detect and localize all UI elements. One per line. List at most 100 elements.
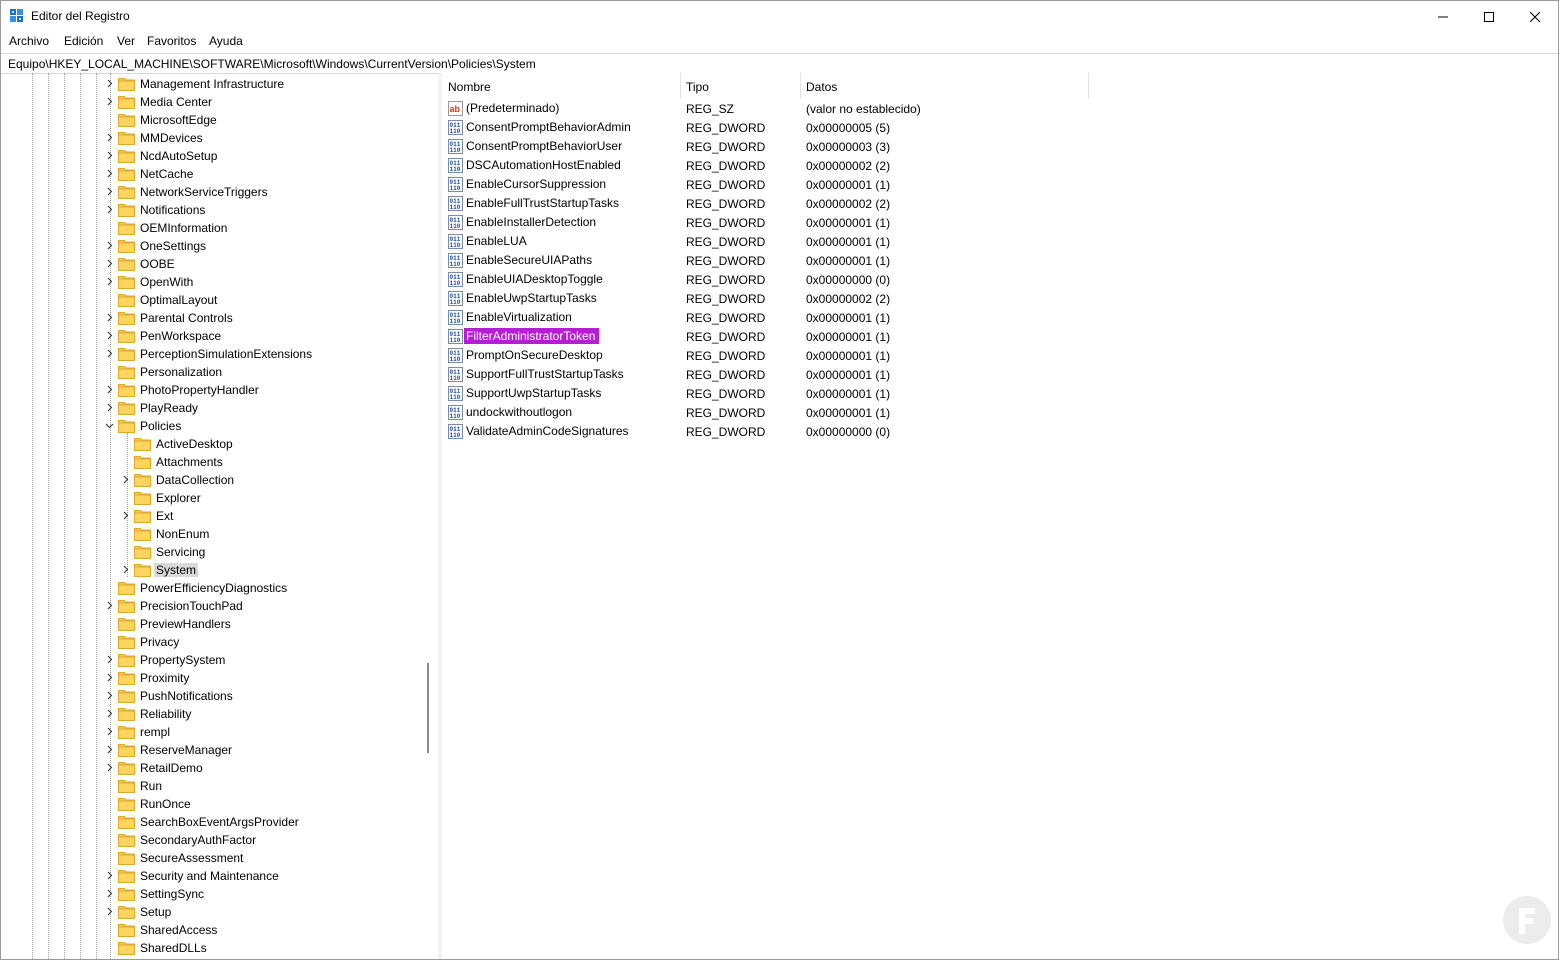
tree-item[interactable]: Privacy [1,633,421,651]
chevron-right-icon[interactable] [105,277,114,286]
tree-item[interactable]: PreviewHandlers [1,615,421,633]
tree-item-label[interactable]: Personalization [138,365,224,379]
minimize-button[interactable] [1420,1,1466,32]
menu-favoritos[interactable]: Favoritos [146,34,197,48]
tree-item-label[interactable]: OEMInformation [138,221,229,235]
value-name[interactable]: FilterAdministratorToken [464,328,600,344]
registry-value-row[interactable]: 011 110 EnableLUA REG_DWORD 0x00000001 (1) [442,232,1342,251]
tree-item-label[interactable]: PerceptionSimulationExtensions [138,347,314,361]
tree-item[interactable]: OOBE [1,255,421,273]
tree-item-label[interactable]: PhotoPropertyHandler [138,383,261,397]
tree-item[interactable]: OneSettings [1,237,421,255]
tree-item-label[interactable]: RetailDemo [138,761,205,775]
chevron-right-icon[interactable] [105,745,114,754]
tree-item-label[interactable]: SearchBoxEventArgsProvider [138,815,301,829]
column-header-datos[interactable]: Datos [800,73,1088,99]
tree-item[interactable]: Personalization [1,363,421,381]
tree-item[interactable]: NetworkServiceTriggers [1,183,421,201]
value-name[interactable]: DSCAutomationHostEnabled [464,158,623,172]
tree-item-label[interactable]: PowerEfficiencyDiagnostics [138,581,289,595]
tree-item-label[interactable]: NcdAutoSetup [138,149,219,163]
tree-item-label[interactable]: Policies [138,419,183,433]
tree-item-label[interactable]: NonEnum [154,527,211,541]
tree-item-label[interactable]: PushNotifications [138,689,235,703]
tree-item[interactable]: ReserveManager [1,741,421,759]
tree-item[interactable]: OpenWith [1,273,421,291]
tree-item[interactable]: Security and Maintenance [1,867,421,885]
tree-item[interactable]: SharedAccess [1,921,421,939]
tree-item[interactable]: NetCache [1,165,421,183]
tree-item[interactable]: OptimalLayout [1,291,421,309]
tree-item-label[interactable]: ActiveDesktop [154,437,235,451]
chevron-right-icon[interactable] [105,241,114,250]
tree-item[interactable]: PerceptionSimulationExtensions [1,345,421,363]
tree-item[interactable]: Servicing [1,543,421,561]
chevron-right-icon[interactable] [105,331,114,340]
title-bar[interactable]: Editor del Registro [1,1,1558,32]
tree-item[interactable]: PushNotifications [1,687,421,705]
column-header-tipo[interactable]: Tipo [680,73,800,99]
tree-item[interactable]: SecureAssessment [1,849,421,867]
address-path[interactable]: Equipo\HKEY_LOCAL_MACHINE\SOFTWARE\Micro… [8,57,536,71]
chevron-right-icon[interactable] [105,601,114,610]
tree-item[interactable]: Ext [1,507,421,525]
chevron-right-icon[interactable] [105,259,114,268]
chevron-right-icon[interactable] [105,871,114,880]
value-name[interactable]: SupportUwpStartupTasks [464,386,603,400]
chevron-right-icon[interactable] [105,403,114,412]
chevron-right-icon[interactable] [105,187,114,196]
chevron-right-icon[interactable] [105,709,114,718]
registry-value-row[interactable]: 011 110 EnableFullTrustStartupTasks REG_DWO… [442,194,1342,213]
tree-item[interactable]: Proximity [1,669,421,687]
chevron-right-icon[interactable] [121,475,130,484]
chevron-right-icon[interactable] [105,727,114,736]
tree-item[interactable]: SharedDLLs [1,939,421,957]
registry-value-row[interactable]: 011 110 FilterAdministratorToken REG_DWORD 0… [442,327,1342,346]
tree-item[interactable]: Attachments [1,453,421,471]
tree-item-label[interactable]: Parental Controls [138,311,235,325]
tree-item-label[interactable]: Reliability [138,707,193,721]
tree-item-label[interactable]: System [154,563,199,577]
chevron-right-icon[interactable] [105,763,114,772]
value-name[interactable]: EnableUIADesktopToggle [464,272,605,286]
tree-item[interactable]: Policies [1,417,421,435]
registry-value-row[interactable]: 011 110 DSCAutomationHostEnabled REG_DWORD 0… [442,156,1342,175]
value-name[interactable]: EnableVirtualization [464,310,574,324]
tree-item-label[interactable]: Media Center [138,95,214,109]
chevron-right-icon[interactable] [105,385,114,394]
chevron-right-icon[interactable] [105,889,114,898]
value-name[interactable]: EnableUwpStartupTasks [464,291,599,305]
tree-item[interactable]: MMDevices [1,129,421,147]
chevron-right-icon[interactable] [105,655,114,664]
tree-item-label[interactable]: Ext [154,509,175,523]
value-name[interactable]: ValidateAdminCodeSignatures [464,424,631,438]
chevron-right-icon[interactable] [105,691,114,700]
tree-item-label[interactable]: NetworkServiceTriggers [138,185,270,199]
address-bar[interactable]: Equipo\HKEY_LOCAL_MACHINE\SOFTWARE\Micro… [1,53,1558,74]
registry-value-row[interactable]: 011 110 EnableVirtualization REG_DWORD 0x000… [442,308,1342,327]
tree-item-label[interactable]: Run [138,779,164,793]
tree-item-label[interactable]: PenWorkspace [138,329,223,343]
tree-item-label[interactable]: SecureAssessment [138,851,245,865]
tree-item-label[interactable]: PreviewHandlers [138,617,233,631]
tree-item[interactable]: System [1,561,421,579]
tree-item-label[interactable]: Notifications [138,203,207,217]
registry-value-row[interactable]: 011 110 PromptOnSecureDesktop REG_DWORD 0x00… [442,346,1342,365]
value-name[interactable]: undockwithoutlogon [464,405,574,419]
chevron-down-icon[interactable] [105,421,114,430]
tree-item[interactable]: Run [1,777,421,795]
registry-value-row[interactable]: 011 110 SupportUwpStartupTasks REG_DWORD 0x0… [442,384,1342,403]
tree-item[interactable]: PenWorkspace [1,327,421,345]
tree-item[interactable]: Notifications [1,201,421,219]
values-list-pane[interactable]: Nombre Tipo Datos ab (Predeterminado) REG_… [442,73,1558,959]
chevron-right-icon[interactable] [121,565,130,574]
tree-item[interactable]: PropertySystem [1,651,421,669]
menu-archivo[interactable]: Archivo [8,34,50,48]
value-name[interactable]: (Predeterminado) [464,101,561,115]
registry-value-row[interactable]: 011 110 EnableCursorSuppression REG_DWORD 0x… [442,175,1342,194]
tree-item-label[interactable]: OneSettings [138,239,208,253]
menu-ver[interactable]: Ver [116,34,136,48]
chevron-right-icon[interactable] [105,907,114,916]
chevron-right-icon[interactable] [105,151,114,160]
tree-item-label[interactable]: SharedAccess [138,923,219,937]
